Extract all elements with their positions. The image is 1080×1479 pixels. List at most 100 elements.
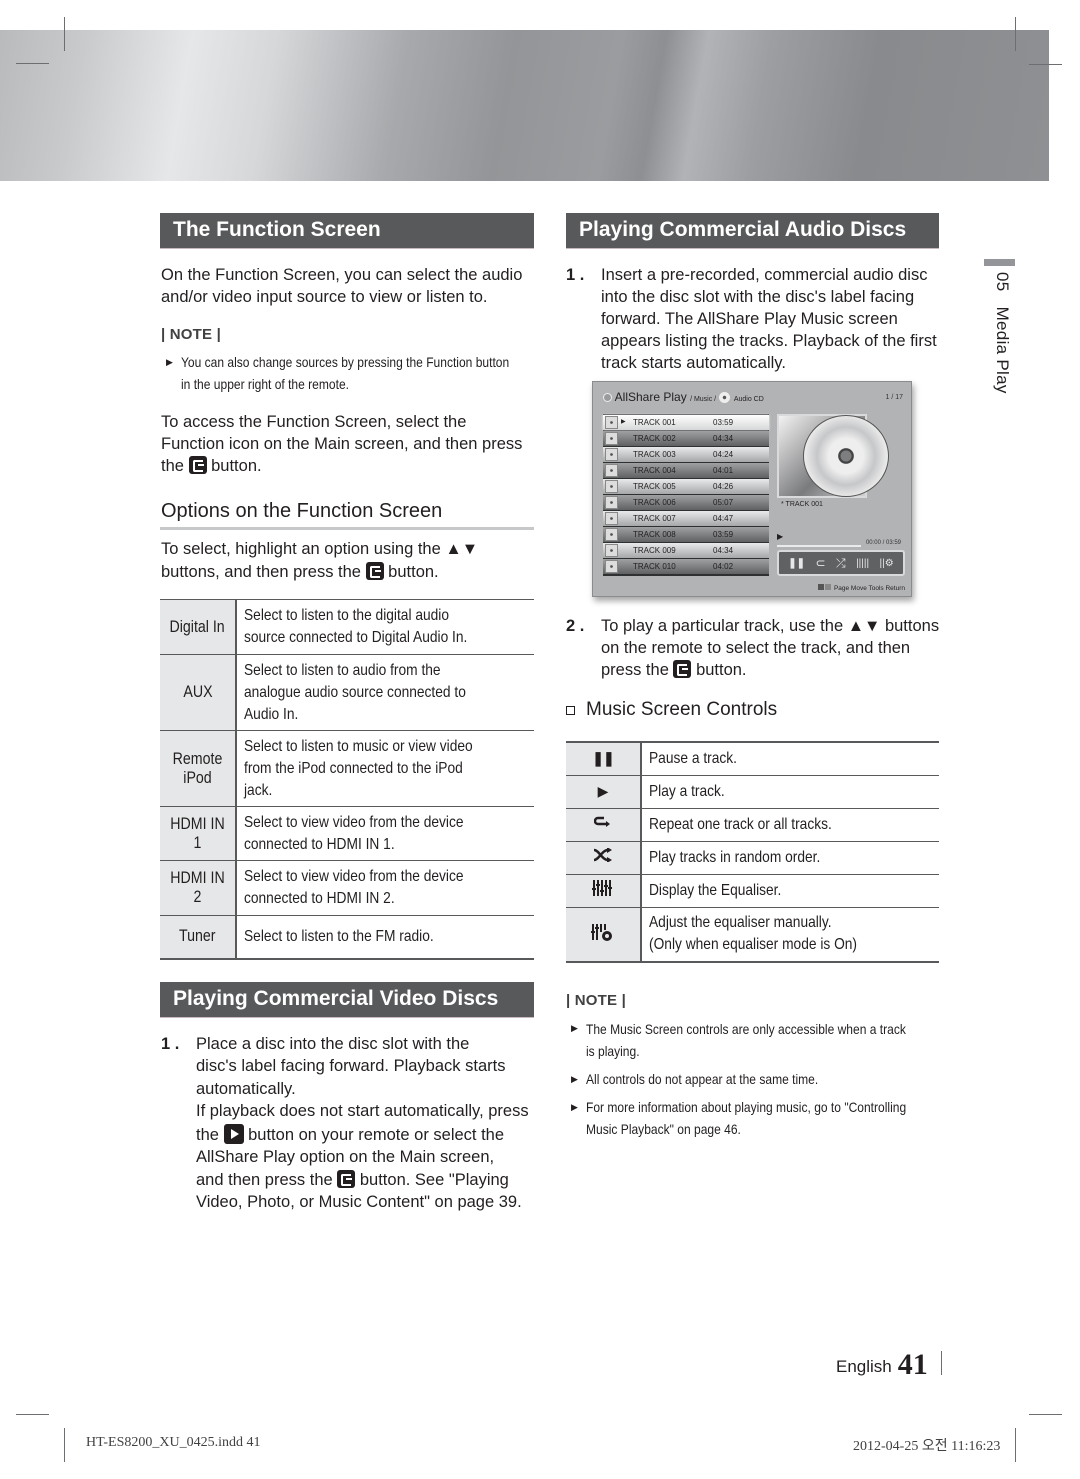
text-line: buttons, and then press the button. [161, 561, 478, 583]
chapter-tab-bar [984, 259, 1015, 266]
track-name: TRACK 001 [633, 418, 676, 427]
text-line: the button. [161, 455, 522, 477]
note-item: For more information about playing music… [586, 1096, 906, 1140]
bullet-icon: ▶ [571, 1074, 578, 1084]
chapter-number: 05 [993, 272, 1012, 292]
option-name: Remote iPod [160, 730, 237, 807]
track-row[interactable]: TRACK 004 04:01 [603, 463, 769, 478]
track-row[interactable]: TRACK 005 04:26 [603, 479, 769, 494]
table-row: Digital In Select to listen to the digit… [160, 599, 534, 655]
text-line: You can also change sources by pressing … [181, 354, 510, 370]
music-controls-table: ❚❚ Pause a track. ▶ Play a track. Repeat… [566, 741, 939, 963]
text-line: in the upper right of the remote. [181, 376, 349, 392]
text-fragment: and then press the [196, 1170, 333, 1189]
track-disc-icon [605, 432, 618, 445]
pause-icon[interactable]: ❚❚ [788, 558, 805, 569]
table-row: Play tracks in random order. [566, 840, 939, 874]
crop-mark [16, 63, 49, 64]
track-row[interactable]: TRACK 003 04:24 [603, 447, 769, 462]
text-line: and/or video input source to view or lis… [161, 288, 488, 306]
equaliser-settings-icon[interactable]: ||⚙ [880, 558, 894, 569]
text-line: Insert a pre-recorded, commercial audio … [601, 266, 928, 284]
step-number: 2 . [566, 617, 585, 635]
text-fragment: button. See "Playing [359, 1170, 509, 1189]
text-line: forward. The AllShare Play Music screen [601, 310, 898, 328]
track-row[interactable]: ▶ TRACK 001 03:59 [603, 415, 769, 430]
text-fragment: the [196, 1126, 219, 1145]
text-fragment: press the [601, 661, 669, 679]
text-line: on the remote to select the track, and t… [601, 639, 911, 657]
track-duration: 04:24 [713, 450, 734, 459]
divider [940, 1351, 942, 1375]
progress-bar[interactable] [777, 545, 861, 547]
option-name: HDMI IN 2 [160, 860, 237, 916]
track-duration: 03:59 [713, 530, 734, 539]
track-disc-icon [605, 464, 618, 477]
playback-time: 00:00 / 03:59 [865, 540, 901, 546]
bullet-icon: ▶ [571, 1023, 578, 1033]
play-icon: ▶ [566, 774, 642, 808]
divider [160, 527, 534, 530]
option-description: Select to listen to the digital audio so… [236, 599, 534, 655]
track-row[interactable]: TRACK 008 03:59 [603, 527, 769, 542]
option-description: Select to listen to the FM radio. [236, 915, 534, 960]
track-duration: 04:34 [713, 546, 734, 555]
track-disc-icon [605, 512, 618, 525]
checkbox-bullet-icon [566, 706, 575, 715]
track-name: TRACK 005 [633, 482, 676, 491]
disc-image [803, 415, 889, 497]
text-line: To access the Function Screen, select th… [161, 413, 467, 431]
app-name: AllShare Play [614, 390, 687, 404]
text-line: The Music Screen controls are only acces… [586, 1021, 906, 1037]
table-row: Repeat one track or all tracks. [566, 807, 939, 841]
screen-footer: Page Move Tools Return [817, 584, 905, 592]
bullet-icon: ▶ [571, 1102, 578, 1112]
text-fragment: button. [388, 563, 439, 581]
enter-button-icon [188, 456, 207, 474]
control-description: Adjust the equaliser manually. (Only whe… [641, 906, 939, 963]
option-description: Select to listen to audio from the analo… [236, 654, 534, 731]
track-row[interactable]: TRACK 002 04:34 [603, 431, 769, 446]
text-fragment: buttons, and then press the [161, 563, 361, 581]
pause-icon: ❚❚ [566, 741, 642, 775]
table-row: Remote iPod Select to listen to music or… [160, 730, 534, 807]
text-line: and then press the button. See "Playing [196, 1169, 529, 1191]
track-disc-icon [605, 560, 618, 573]
options-instructions: To select, highlight an option using the… [161, 538, 478, 583]
track-name: TRACK 008 [633, 530, 676, 539]
track-row[interactable]: TRACK 010 04:02 [603, 559, 769, 574]
equaliser-icon[interactable]: ||||| [856, 558, 869, 569]
chapter-title: Media Play [993, 306, 1012, 394]
text-line: Music Playback" on page 46. [586, 1121, 741, 1137]
track-name: TRACK 010 [633, 562, 676, 571]
repeat-icon[interactable]: ⊂ [815, 556, 825, 570]
text-line: appears listing the tracks. Playback of … [601, 332, 937, 350]
track-row[interactable]: TRACK 009 04:34 [603, 543, 769, 558]
allshare-play-screenshot: AllShare Play / Music / Audio CD 1 / 17 … [592, 381, 912, 597]
text-line: Video, Photo, or Music Content" on page … [196, 1193, 522, 1212]
text-line: track starts automatically. [601, 354, 786, 372]
track-disc-icon [605, 528, 618, 541]
shuffle-icon[interactable]: ⤮ [836, 556, 846, 571]
equaliser-icon [566, 873, 642, 907]
text-line: To select, highlight an option using the… [161, 540, 479, 558]
text-line: If playback does not start automatically… [196, 1101, 529, 1120]
track-name: TRACK 009 [633, 546, 676, 555]
allshare-icon [603, 393, 612, 402]
track-duration: 05:07 [713, 498, 734, 507]
track-name: TRACK 003 [633, 450, 676, 459]
track-list: ▶ TRACK 001 03:59 TRACK 002 04:34 TRACK 003 04… [603, 414, 769, 576]
table-row: Adjust the equaliser manually. (Only whe… [566, 906, 939, 963]
control-description: Pause a track. [641, 741, 939, 775]
track-row[interactable]: TRACK 006 05:07 [603, 495, 769, 510]
crop-mark [1029, 64, 1062, 65]
playing-arrow-icon: ▶ [621, 419, 626, 425]
slug-timestamp: 2012-04-25 오전 11:16:23 [853, 1439, 1001, 1454]
page-number: English 41 [836, 1348, 942, 1382]
text-line: All controls do not appear at the same t… [586, 1071, 819, 1087]
subsection-title-controls: Music Screen Controls [586, 699, 778, 720]
track-row[interactable]: TRACK 007 04:47 [603, 511, 769, 526]
table-row: HDMI IN 1 Select to view video from the … [160, 806, 534, 861]
control-description: Play tracks in random order. [641, 840, 939, 874]
track-duration: 04:01 [713, 466, 734, 475]
